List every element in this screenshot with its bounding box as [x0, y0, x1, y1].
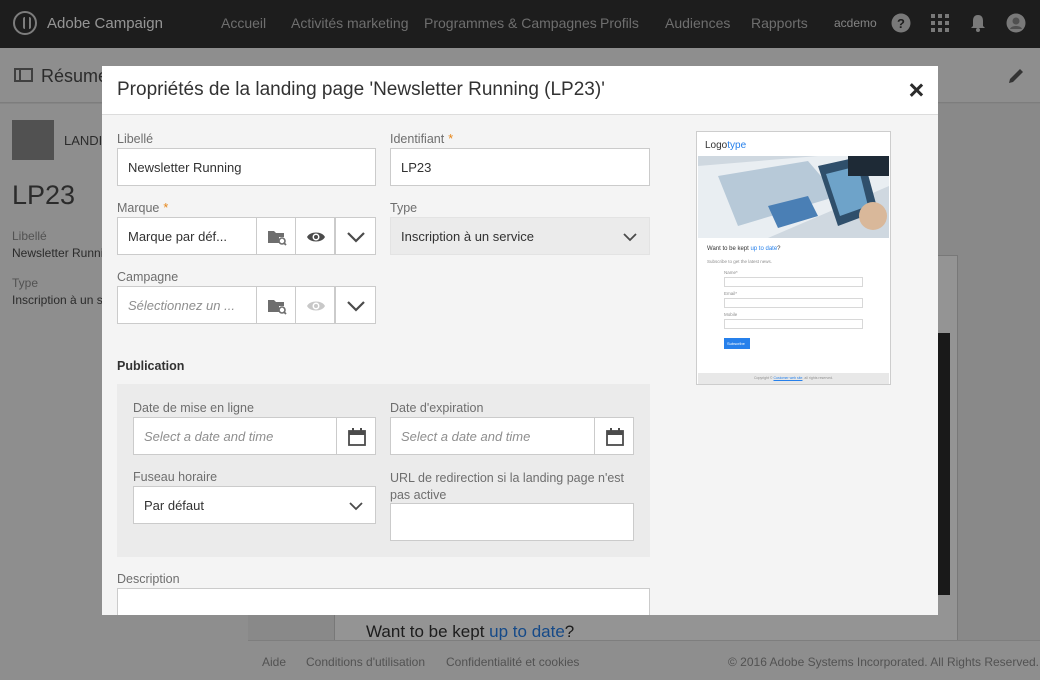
- thumbnail-hero-image: [698, 156, 889, 238]
- marque-label: Marque *: [117, 201, 168, 215]
- folder-search-icon: [268, 300, 287, 315]
- thumbnail-field-label: Name*: [724, 270, 738, 275]
- thumbnail-heading-text: Want to be kept: [707, 246, 751, 252]
- date-expiry-input[interactable]: Select a date and time: [390, 417, 596, 455]
- campagne-browse-button[interactable]: [256, 286, 296, 324]
- thumbnail-logo-a: Logo: [705, 140, 728, 151]
- timezone-select-value: Par défaut: [144, 498, 204, 513]
- identifiant-label-text: Identifiant: [390, 132, 445, 146]
- dialog-title: Propriétés de la landing page 'Newslette…: [117, 79, 605, 100]
- marque-browse-button[interactable]: [256, 217, 296, 255]
- chevron-down-icon: [349, 502, 363, 511]
- folder-search-icon: [268, 231, 287, 246]
- campagne-dropdown-button[interactable]: [335, 286, 376, 324]
- identifiant-label: Identifiant *: [390, 132, 453, 146]
- thumbnail-field-label: Mobile: [724, 312, 738, 317]
- thumbnail-field-input: [724, 319, 863, 329]
- dialog-header: Propriétés de la landing page 'Newslette…: [102, 66, 938, 115]
- eye-icon: [307, 232, 325, 242]
- date-online-calendar-button[interactable]: [336, 417, 376, 455]
- landing-page-properties-dialog: Propriétés de la landing page 'Newslette…: [102, 66, 938, 615]
- chevron-down-icon: [347, 232, 365, 243]
- landing-page-thumbnail[interactable]: Logotype Want to be kept up to date? Sub…: [696, 131, 891, 385]
- libelle-input[interactable]: Newsletter Running: [117, 148, 376, 186]
- campagne-input[interactable]: Sélectionnez un ...: [117, 286, 257, 324]
- thumbnail-footer-link: Customer web site: [773, 376, 803, 380]
- thumbnail-logo-b: type: [727, 140, 747, 151]
- thumbnail-subscribe-text: Subscribe to get the latest news.: [707, 259, 773, 264]
- thumbnail-subscribe-button: Subscribe: [724, 338, 750, 349]
- eye-icon: [307, 301, 325, 311]
- date-expiry-label: Date d'expiration: [390, 401, 484, 415]
- date-expiry-calendar-button[interactable]: [594, 417, 634, 455]
- thumbnail-field-input: [724, 277, 863, 287]
- date-online-input[interactable]: Select a date and time: [133, 417, 338, 455]
- timezone-select[interactable]: Par défaut: [133, 486, 376, 524]
- marque-preview-button[interactable]: [295, 217, 335, 255]
- required-marker: *: [448, 132, 454, 146]
- chevron-down-icon: [347, 301, 365, 312]
- description-label: Description: [117, 572, 180, 586]
- thumbnail-logo: Logotype: [705, 140, 746, 151]
- type-label: Type: [390, 201, 418, 215]
- description-textarea[interactable]: [117, 588, 650, 615]
- libelle-label: Libellé: [117, 132, 154, 146]
- redirect-url-input[interactable]: [390, 503, 634, 541]
- thumbnail-footer-a: Copyright ©: [753, 376, 774, 380]
- type-select[interactable]: Inscription à un service: [390, 217, 650, 255]
- timezone-label: Fuseau horaire: [133, 470, 218, 484]
- thumbnail-field-label: Email*: [724, 291, 738, 296]
- close-icon[interactable]: [908, 82, 924, 98]
- calendar-icon: [606, 428, 624, 446]
- marque-dropdown-button[interactable]: [335, 217, 376, 255]
- date-online-label: Date de mise en ligne: [133, 401, 254, 415]
- marque-label-text: Marque: [117, 201, 160, 215]
- campagne-preview-button[interactable]: [295, 286, 335, 324]
- identifiant-input[interactable]: LP23: [390, 148, 650, 186]
- calendar-icon: [348, 428, 366, 446]
- thumbnail-heading-end: ?: [777, 246, 781, 252]
- thumbnail-heading: Want to be kept up to date?: [707, 246, 781, 252]
- thumbnail-footer-b: , all rights reserved.: [802, 376, 834, 380]
- publication-section-title: Publication: [117, 359, 185, 373]
- marque-input[interactable]: Marque par déf...: [117, 217, 257, 255]
- chevron-down-icon: [623, 233, 637, 242]
- campagne-label: Campagne: [117, 270, 179, 284]
- thumbnail-footer: Copyright © Customer web site, all right…: [698, 373, 889, 384]
- thumbnail-field-input: [724, 298, 863, 308]
- type-select-value: Inscription à un service: [401, 229, 534, 244]
- thumbnail-heading-link: up to date: [750, 246, 778, 252]
- required-marker: *: [163, 201, 169, 215]
- redirect-url-label: URL de redirection si la landing page n'…: [390, 471, 625, 502]
